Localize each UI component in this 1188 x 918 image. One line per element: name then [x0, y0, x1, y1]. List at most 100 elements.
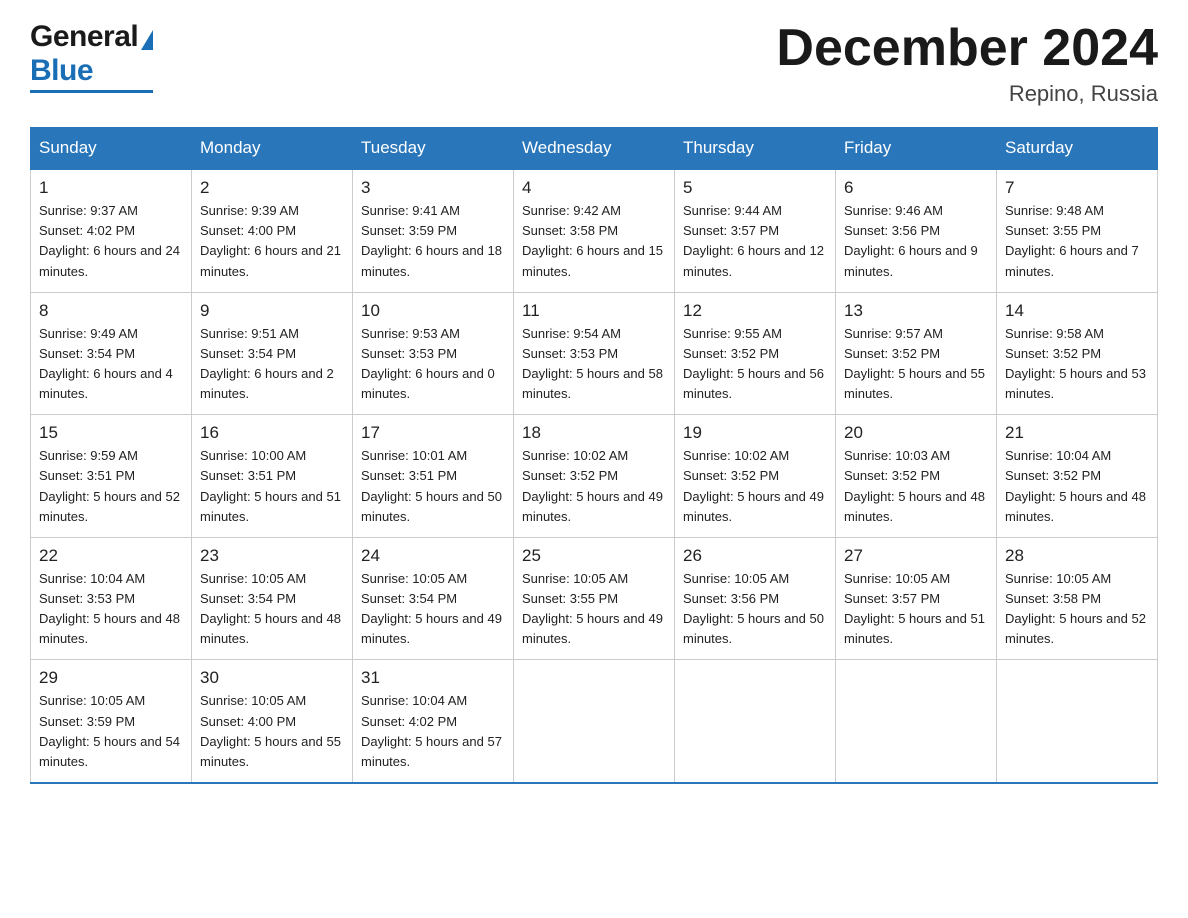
calendar-week-row: 1 Sunrise: 9:37 AMSunset: 4:02 PMDayligh…	[31, 169, 1158, 292]
table-row: 12 Sunrise: 9:55 AMSunset: 3:52 PMDaylig…	[675, 292, 836, 415]
day-info: Sunrise: 9:59 AMSunset: 3:51 PMDaylight:…	[39, 446, 183, 527]
table-row: 27 Sunrise: 10:05 AMSunset: 3:57 PMDayli…	[836, 537, 997, 660]
table-row: 10 Sunrise: 9:53 AMSunset: 3:53 PMDaylig…	[353, 292, 514, 415]
day-number: 1	[39, 178, 183, 198]
day-info: Sunrise: 10:03 AMSunset: 3:52 PMDaylight…	[844, 446, 988, 527]
day-info: Sunrise: 10:04 AMSunset: 3:52 PMDaylight…	[1005, 446, 1149, 527]
table-row: 20 Sunrise: 10:03 AMSunset: 3:52 PMDayli…	[836, 415, 997, 538]
table-row	[514, 660, 675, 783]
table-row: 1 Sunrise: 9:37 AMSunset: 4:02 PMDayligh…	[31, 169, 192, 292]
col-friday: Friday	[836, 128, 997, 170]
day-number: 17	[361, 423, 505, 443]
col-tuesday: Tuesday	[353, 128, 514, 170]
col-saturday: Saturday	[997, 128, 1158, 170]
day-info: Sunrise: 10:05 AMSunset: 3:57 PMDaylight…	[844, 569, 988, 650]
table-row: 17 Sunrise: 10:01 AMSunset: 3:51 PMDayli…	[353, 415, 514, 538]
table-row	[836, 660, 997, 783]
day-info: Sunrise: 10:04 AMSunset: 3:53 PMDaylight…	[39, 569, 183, 650]
col-monday: Monday	[192, 128, 353, 170]
day-number: 2	[200, 178, 344, 198]
calendar-table: Sunday Monday Tuesday Wednesday Thursday…	[30, 127, 1158, 784]
day-number: 22	[39, 546, 183, 566]
table-row: 14 Sunrise: 9:58 AMSunset: 3:52 PMDaylig…	[997, 292, 1158, 415]
day-info: Sunrise: 10:05 AMSunset: 4:00 PMDaylight…	[200, 691, 344, 772]
table-row: 30 Sunrise: 10:05 AMSunset: 4:00 PMDayli…	[192, 660, 353, 783]
day-number: 24	[361, 546, 505, 566]
day-number: 4	[522, 178, 666, 198]
day-number: 18	[522, 423, 666, 443]
logo-triangle-icon	[141, 30, 153, 50]
table-row: 7 Sunrise: 9:48 AMSunset: 3:55 PMDayligh…	[997, 169, 1158, 292]
table-row: 6 Sunrise: 9:46 AMSunset: 3:56 PMDayligh…	[836, 169, 997, 292]
day-number: 16	[200, 423, 344, 443]
day-info: Sunrise: 9:39 AMSunset: 4:00 PMDaylight:…	[200, 201, 344, 282]
day-number: 13	[844, 301, 988, 321]
day-info: Sunrise: 10:05 AMSunset: 3:54 PMDaylight…	[361, 569, 505, 650]
day-info: Sunrise: 9:44 AMSunset: 3:57 PMDaylight:…	[683, 201, 827, 282]
day-info: Sunrise: 9:54 AMSunset: 3:53 PMDaylight:…	[522, 324, 666, 405]
col-wednesday: Wednesday	[514, 128, 675, 170]
col-sunday: Sunday	[31, 128, 192, 170]
day-number: 31	[361, 668, 505, 688]
day-number: 21	[1005, 423, 1149, 443]
table-row: 9 Sunrise: 9:51 AMSunset: 3:54 PMDayligh…	[192, 292, 353, 415]
calendar-week-row: 29 Sunrise: 10:05 AMSunset: 3:59 PMDayli…	[31, 660, 1158, 783]
calendar-week-row: 15 Sunrise: 9:59 AMSunset: 3:51 PMDaylig…	[31, 415, 1158, 538]
day-number: 6	[844, 178, 988, 198]
day-info: Sunrise: 9:37 AMSunset: 4:02 PMDaylight:…	[39, 201, 183, 282]
logo-general-text: General	[30, 20, 138, 54]
month-year-title: December 2024	[776, 20, 1158, 77]
logo-blue-text: Blue	[30, 54, 93, 88]
day-info: Sunrise: 9:41 AMSunset: 3:59 PMDaylight:…	[361, 201, 505, 282]
table-row: 23 Sunrise: 10:05 AMSunset: 3:54 PMDayli…	[192, 537, 353, 660]
table-row: 22 Sunrise: 10:04 AMSunset: 3:53 PMDayli…	[31, 537, 192, 660]
day-info: Sunrise: 10:05 AMSunset: 3:59 PMDaylight…	[39, 691, 183, 772]
table-row: 26 Sunrise: 10:05 AMSunset: 3:56 PMDayli…	[675, 537, 836, 660]
title-block: December 2024 Repino, Russia	[776, 20, 1158, 107]
day-number: 9	[200, 301, 344, 321]
day-info: Sunrise: 9:51 AMSunset: 3:54 PMDaylight:…	[200, 324, 344, 405]
table-row: 19 Sunrise: 10:02 AMSunset: 3:52 PMDayli…	[675, 415, 836, 538]
day-number: 26	[683, 546, 827, 566]
day-number: 20	[844, 423, 988, 443]
table-row: 3 Sunrise: 9:41 AMSunset: 3:59 PMDayligh…	[353, 169, 514, 292]
day-info: Sunrise: 9:57 AMSunset: 3:52 PMDaylight:…	[844, 324, 988, 405]
table-row: 28 Sunrise: 10:05 AMSunset: 3:58 PMDayli…	[997, 537, 1158, 660]
day-info: Sunrise: 10:05 AMSunset: 3:56 PMDaylight…	[683, 569, 827, 650]
day-info: Sunrise: 9:49 AMSunset: 3:54 PMDaylight:…	[39, 324, 183, 405]
table-row: 24 Sunrise: 10:05 AMSunset: 3:54 PMDayli…	[353, 537, 514, 660]
calendar-header-row: Sunday Monday Tuesday Wednesday Thursday…	[31, 128, 1158, 170]
table-row: 11 Sunrise: 9:54 AMSunset: 3:53 PMDaylig…	[514, 292, 675, 415]
day-number: 7	[1005, 178, 1149, 198]
day-info: Sunrise: 10:00 AMSunset: 3:51 PMDaylight…	[200, 446, 344, 527]
day-info: Sunrise: 9:42 AMSunset: 3:58 PMDaylight:…	[522, 201, 666, 282]
day-info: Sunrise: 10:02 AMSunset: 3:52 PMDaylight…	[683, 446, 827, 527]
table-row	[675, 660, 836, 783]
day-number: 25	[522, 546, 666, 566]
day-info: Sunrise: 10:05 AMSunset: 3:54 PMDaylight…	[200, 569, 344, 650]
day-number: 5	[683, 178, 827, 198]
table-row: 15 Sunrise: 9:59 AMSunset: 3:51 PMDaylig…	[31, 415, 192, 538]
col-thursday: Thursday	[675, 128, 836, 170]
table-row	[997, 660, 1158, 783]
table-row: 4 Sunrise: 9:42 AMSunset: 3:58 PMDayligh…	[514, 169, 675, 292]
table-row: 2 Sunrise: 9:39 AMSunset: 4:00 PMDayligh…	[192, 169, 353, 292]
day-number: 14	[1005, 301, 1149, 321]
day-info: Sunrise: 9:46 AMSunset: 3:56 PMDaylight:…	[844, 201, 988, 282]
day-info: Sunrise: 9:48 AMSunset: 3:55 PMDaylight:…	[1005, 201, 1149, 282]
day-number: 30	[200, 668, 344, 688]
day-number: 23	[200, 546, 344, 566]
day-number: 19	[683, 423, 827, 443]
day-number: 11	[522, 301, 666, 321]
day-info: Sunrise: 9:55 AMSunset: 3:52 PMDaylight:…	[683, 324, 827, 405]
table-row: 18 Sunrise: 10:02 AMSunset: 3:52 PMDayli…	[514, 415, 675, 538]
table-row: 8 Sunrise: 9:49 AMSunset: 3:54 PMDayligh…	[31, 292, 192, 415]
day-info: Sunrise: 10:05 AMSunset: 3:58 PMDaylight…	[1005, 569, 1149, 650]
table-row: 31 Sunrise: 10:04 AMSunset: 4:02 PMDayli…	[353, 660, 514, 783]
day-number: 8	[39, 301, 183, 321]
day-info: Sunrise: 10:02 AMSunset: 3:52 PMDaylight…	[522, 446, 666, 527]
table-row: 16 Sunrise: 10:00 AMSunset: 3:51 PMDayli…	[192, 415, 353, 538]
day-number: 29	[39, 668, 183, 688]
calendar-week-row: 8 Sunrise: 9:49 AMSunset: 3:54 PMDayligh…	[31, 292, 1158, 415]
day-info: Sunrise: 9:53 AMSunset: 3:53 PMDaylight:…	[361, 324, 505, 405]
